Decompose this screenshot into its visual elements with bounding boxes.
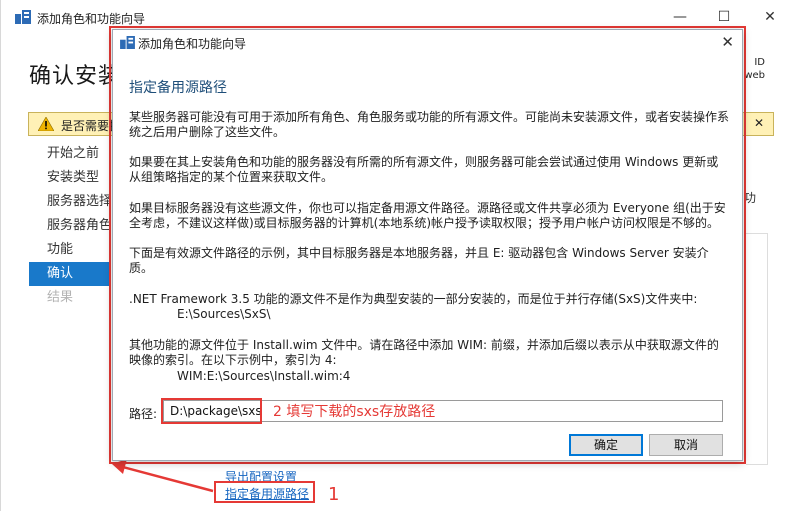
- nav-item-confirmation[interactable]: 确认: [29, 262, 111, 286]
- server-manager-icon: [120, 36, 135, 49]
- dialog-heading: 指定备用源路径: [129, 80, 227, 96]
- dialog-title: 添加角色和功能向导: [138, 37, 247, 51]
- wizard-nav: 开始之前 安装类型 服务器选择 服务器角色 功能 确认 结果: [29, 142, 111, 310]
- path-label: 路径:: [129, 407, 158, 421]
- netfx-example-path: E:\Sources\SxS\: [177, 307, 271, 321]
- specify-alt-source-link[interactable]: 指定备用源路径: [225, 485, 309, 502]
- paragraph-wim: 其他功能的源文件位于 Install.wim 文件中。请在路径中添加 WIM: …: [129, 338, 719, 367]
- alt-source-dialog: 添加角色和功能向导 ✕ 指定备用源路径 某些服务器可能没有可用于添加所有角色、角…: [112, 29, 743, 461]
- annotation-step-1: 1: [328, 484, 340, 505]
- paragraph-example-intro: 下面是有效源文件路径的示例，其中目标服务器是本地服务器，并且 E: 驱动器包含 …: [129, 246, 709, 275]
- nav-item-before-you-begin[interactable]: 开始之前: [29, 142, 111, 166]
- background-panel-edge: [746, 233, 768, 465]
- nav-item-features[interactable]: 功能: [29, 238, 111, 262]
- ok-button[interactable]: 确定: [569, 434, 643, 456]
- annotation-box-path: [161, 398, 262, 424]
- nav-item-installation-type[interactable]: 安装类型: [29, 166, 111, 190]
- paragraph-windows-update: 如果要在其上安装角色和功能的服务器没有所需的所有源文件，则服务器可能会尝试通过使…: [129, 155, 719, 184]
- nav-item-server-selection[interactable]: 服务器选择: [29, 190, 111, 214]
- cancel-button[interactable]: 取消: [649, 434, 723, 456]
- dialog-titlebar: 添加角色和功能向导 ✕: [113, 30, 742, 56]
- background-window-title: 添加角色和功能向导: [37, 12, 146, 26]
- wim-example-path: WIM:E:\Sources\Install.wim:4: [177, 369, 351, 383]
- paragraph-intro: 某些服务器可能没有可用于添加所有角色、角色服务或功能的所有源文件。可能尚未安装源…: [129, 110, 730, 139]
- warning-close-icon[interactable]: ✕: [754, 116, 764, 130]
- nav-item-results: 结果: [47, 290, 74, 305]
- close-icon[interactable]: ✕: [757, 7, 783, 27]
- maximize-icon[interactable]: ☐: [711, 7, 737, 27]
- server-manager-icon: [15, 10, 31, 24]
- warning-icon: [38, 117, 54, 131]
- dialog-close-icon[interactable]: ✕: [721, 33, 734, 51]
- paragraph-permissions: 如果目标服务器没有这些源文件，你也可以指定备用源文件路径。源路径或文件共享必须为…: [129, 201, 726, 230]
- minimize-icon[interactable]: —: [667, 7, 693, 27]
- page-title: 确认安装: [29, 64, 122, 89]
- annotation-step-2: 2 填写下载的sxs存放路径: [273, 404, 436, 420]
- nav-item-server-roles[interactable]: 服务器角色: [29, 214, 111, 238]
- paragraph-netfx: .NET Framework 3.5 功能的源文件不是作为典型安装的一部分安装的…: [129, 292, 698, 306]
